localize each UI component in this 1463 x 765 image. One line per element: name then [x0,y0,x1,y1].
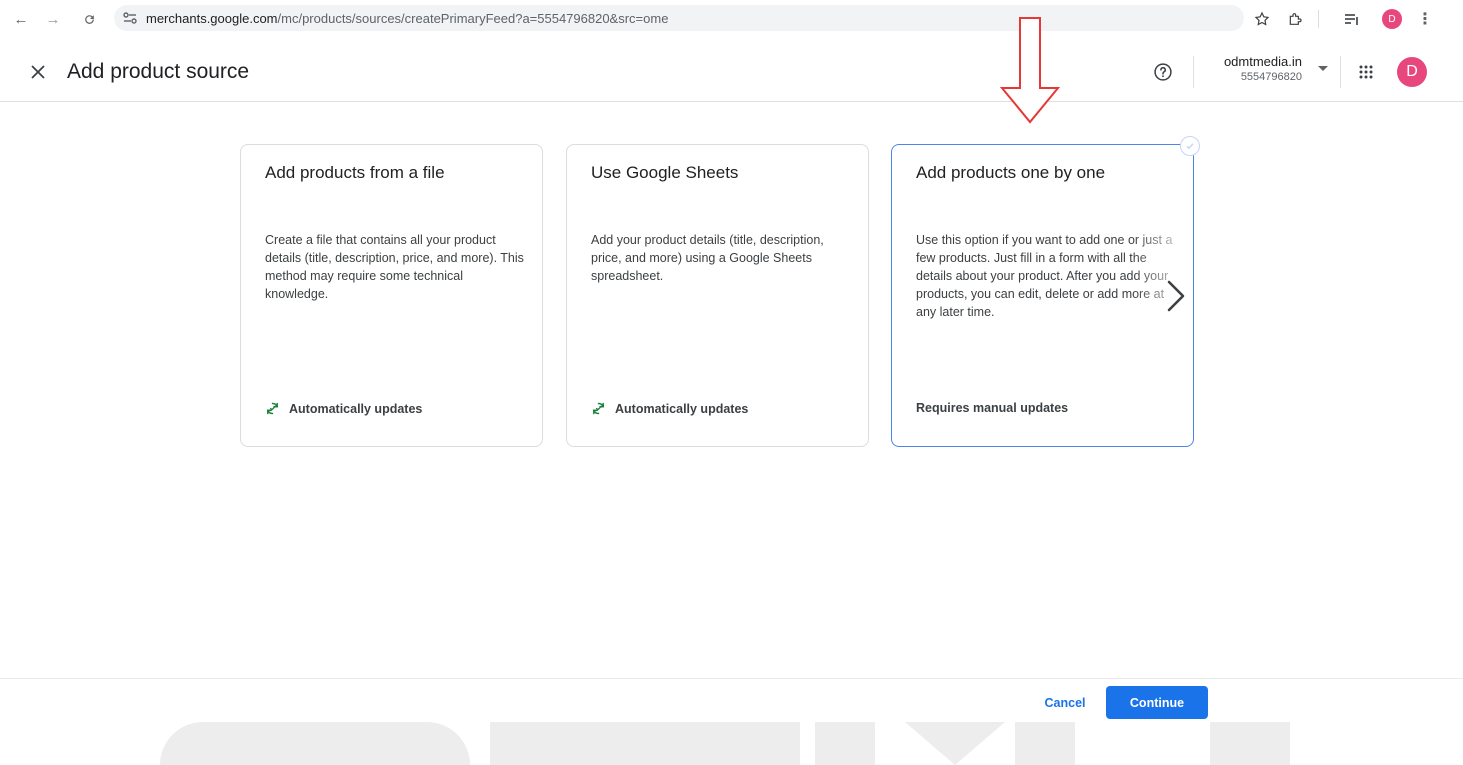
close-button[interactable] [26,60,50,84]
card-footer-label: Requires manual updates [916,401,1069,415]
card-footer-label: Automatically updates [289,401,423,416]
header-divider [1193,56,1194,88]
account-id: 5554796820 [1240,71,1302,83]
sync-icon [591,401,606,416]
account-name: odmtmedia.in [1223,54,1302,69]
url-text: merchants.google.com/mc/products/sources… [146,11,668,26]
address-bar[interactable]: merchants.google.com/mc/products/sources… [114,5,1244,31]
url-host: merchants.google.com [146,10,278,26]
sync-icon [265,401,280,416]
account-switcher[interactable]: odmtmedia.in 5554796820 [1200,54,1330,90]
card-title: Add products one by one [916,163,1106,182]
url-path: /mc/products/sources/createPrimaryFeed?a… [277,10,669,26]
close-icon [31,65,45,79]
card-title: Add products from a file [265,163,445,182]
cancel-button[interactable]: Cancel [1030,686,1100,719]
selected-check-icon [1180,136,1200,156]
forward-icon[interactable]: → [42,8,64,30]
page-title: Add product source [67,60,250,83]
chevron-right-icon[interactable] [1164,278,1188,314]
card-description: Create a file that contains all your pro… [265,233,524,301]
source-option-file[interactable]: Add products from a file Create a file t… [240,144,543,447]
card-footer-label: Automatically updates [615,401,749,416]
extensions-icon[interactable] [1284,7,1306,31]
header-divider [1340,56,1341,88]
card-description: Add your product details (title, descrip… [591,233,824,283]
more-vert-icon[interactable]: ⋮ [1414,7,1436,31]
help-icon [1154,63,1172,81]
continue-button[interactable]: Continue [1106,686,1208,719]
site-info-icon[interactable] [122,10,138,26]
source-option-one-by-one[interactable]: Add products one by one Use this option … [891,136,1200,447]
profile-button[interactable]: D [1381,7,1403,31]
apps-button[interactable] [1353,59,1379,85]
apps-grid-icon [1359,65,1373,79]
card-title: Use Google Sheets [591,163,739,182]
chevron-down-icon [1318,66,1328,71]
card-update-status: Automatically updates [265,401,422,416]
browser-toolbar: ← → merchants.google.com/mc/products/sou… [0,0,1463,38]
profile-avatar: D [1382,9,1402,29]
source-option-google-sheets[interactable]: Use Google Sheets Add your product detai… [566,144,869,447]
card-update-status: Requires manual updates [916,401,1068,415]
back-icon[interactable]: ← [10,8,32,30]
annotation-arrow-icon [999,17,1061,124]
toolbar-divider [1318,10,1319,28]
footer-divider [0,678,1463,679]
help-button[interactable] [1151,60,1175,84]
avatar[interactable]: D [1397,57,1427,87]
bookmark-star-icon[interactable] [1251,7,1273,31]
card-update-status: Automatically updates [591,401,748,416]
reload-icon[interactable] [78,8,100,30]
app-header: Add product source odmtmedia.in 55547968… [0,42,1463,102]
media-queue-icon[interactable] [1341,7,1363,31]
